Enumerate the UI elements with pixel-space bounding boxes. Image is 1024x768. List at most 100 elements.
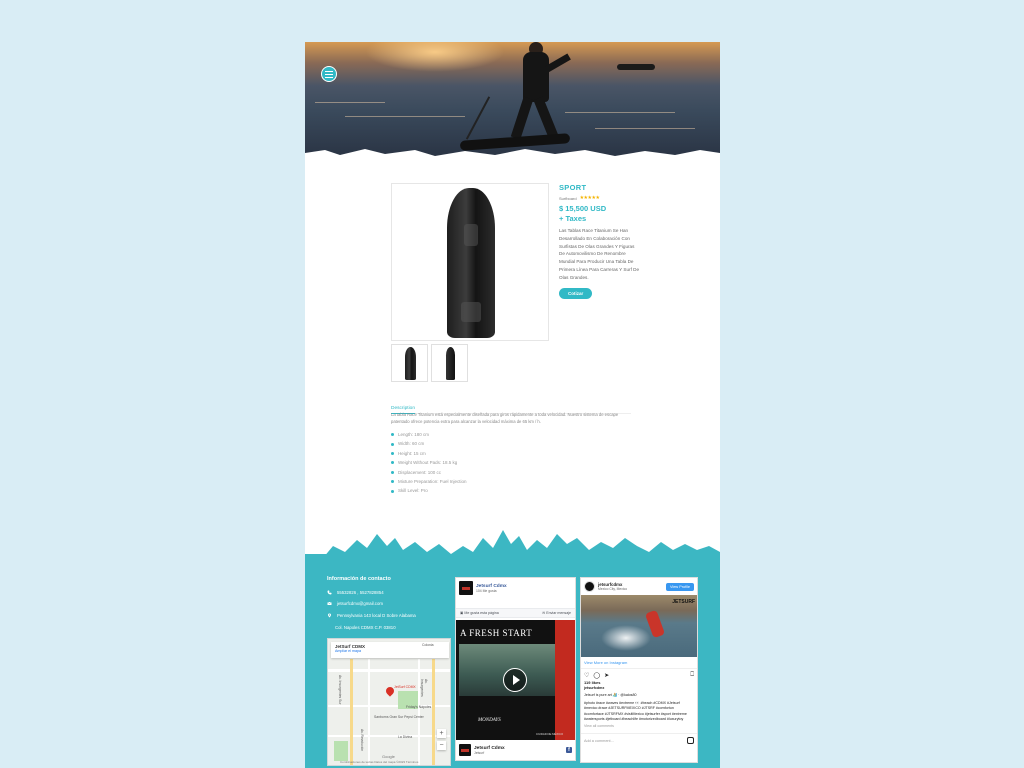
instagram-caption: Jetsurf is pure art 🏄 · @kalos80 (584, 693, 637, 698)
instagram-avatar[interactable] (584, 581, 595, 592)
jetsurf-logo-mark (462, 586, 470, 590)
map-street-label: Colonia (422, 643, 434, 647)
page: SPORT Surfboard ★★★★★ $ 15,500 USD + Tax… (305, 42, 720, 768)
instagram-caption-user: jetsurfcdmx (584, 686, 605, 690)
water-glint (565, 112, 675, 113)
water-glint (315, 102, 385, 103)
spec-item: Height: 15 cm (391, 449, 631, 458)
video-subtitle: MONDAYS (478, 718, 501, 723)
spec-item: Weight Without Pads: 18.5 kg (391, 458, 631, 467)
heart-icon[interactable]: ♡ (584, 672, 589, 679)
menu-button[interactable] (321, 66, 337, 82)
board-deck-detail (464, 224, 478, 246)
product-category[interactable]: Surfboard (559, 196, 577, 201)
map-zoom-out-button[interactable]: − (437, 741, 446, 750)
bullet-icon (391, 480, 394, 484)
spec-list: Length: 180 cm Width: 60 cm Height: 15 c… (391, 430, 631, 496)
rider-body (523, 52, 549, 102)
product-thumbnail[interactable] (391, 344, 428, 382)
instagram-photo[interactable]: JETSURF (581, 595, 697, 657)
map-poi-label: La Divina (398, 735, 413, 739)
remote-handle (465, 96, 491, 140)
map-street-label: Av. Revolución (360, 729, 364, 752)
facebook-page-avatar[interactable] (459, 581, 473, 595)
share-icon[interactable]: ➤ (604, 672, 609, 679)
view-all-comments-link[interactable]: View all comments (581, 723, 697, 729)
bullet-icon (391, 461, 394, 465)
spec-item: Mixture Preparation: Fuel Injection (391, 477, 631, 486)
map-street-label: Av. Insurgentes (420, 679, 428, 697)
contact-email[interactable]: jetsurfcdmx@gmail.com (327, 601, 383, 606)
contact-address-line-2: Col. Napoles CDMX C.P. 03810 (335, 625, 396, 630)
spec-item: Width: 60 cm (391, 439, 631, 448)
jetsurf-logo-mark (461, 748, 469, 752)
comment-input[interactable]: Add a comment... (581, 733, 697, 747)
contact-address: Pennsylvania 143 local D Sobre Alabama (327, 613, 416, 618)
view-profile-button[interactable]: View Profile (666, 582, 694, 591)
water-glint (345, 116, 465, 117)
facebook-like-button[interactable]: ▣ Me gusta esta página (460, 611, 499, 615)
map-zoom-in-button[interactable]: + (437, 729, 446, 738)
photo-brand-tag: JETSURF (672, 599, 695, 605)
description-body: La tabla Race Titanium está especialment… (391, 412, 619, 425)
comment-icon[interactable]: ◯ (593, 672, 600, 679)
cotizar-button[interactable]: Cotizar (559, 287, 593, 299)
rider-leg (510, 96, 534, 140)
product-main-image[interactable] (391, 183, 549, 341)
map-street-label: Av. Insurgentes Sur (338, 675, 342, 705)
product-description: Las Tablas Race Titanium Se Han Desarrol… (559, 228, 640, 280)
jetboard-thumbnail-image (405, 347, 416, 380)
facebook-message-button[interactable]: ✉ Enviar mensaje (542, 611, 571, 615)
google-map[interactable]: JetSurf CDMX Ampliar el mapa Colonia Av.… (327, 638, 451, 766)
location-pin-icon (328, 613, 331, 618)
bullet-icon (391, 442, 394, 446)
product-thumbnail[interactable] (431, 344, 468, 382)
phone-icon (327, 590, 332, 595)
contact-title: Información de contacto (327, 576, 391, 582)
map-avenue (350, 659, 353, 765)
facebook-post-author[interactable]: Jetsurf Cdmx (474, 746, 505, 751)
map-poi-label: Friday's Nápoles (406, 705, 432, 709)
map-road (418, 659, 420, 765)
bookmark-icon[interactable]: ⎕ (690, 672, 694, 679)
instagram-logo-icon[interactable] (687, 737, 694, 745)
facebook-actions: ▣ Me gusta esta página ✉ Enviar mensaje (456, 608, 575, 618)
distant-boat (617, 64, 655, 70)
map-terms[interactable]: Combinaciones de teclas Datos del mapa ©… (340, 760, 418, 764)
map-poi-label: Sanborns Gran Sur Pepsi Center (374, 715, 424, 719)
product-meta: Surfboard ★★★★★ (559, 195, 639, 201)
map-pin-label: JetSurf CDMX (394, 685, 416, 689)
product-price: $ 15,500 USD (559, 204, 607, 213)
hamburger-icon-line (325, 76, 333, 78)
envelope-icon (327, 601, 332, 605)
contact-phone[interactable]: 55532826 , 5527828854 (327, 590, 384, 595)
sunset-glow (365, 42, 505, 72)
facebook-post-sub: Jetsurf (474, 750, 485, 755)
map-road (368, 659, 370, 765)
map-avenue (432, 659, 435, 765)
price-taxes: + Taxes (559, 214, 587, 223)
facebook-header: Jetsurf Cdmx 104 Me gusta (456, 578, 575, 598)
play-button[interactable] (503, 668, 527, 692)
instagram-location[interactable]: Mexico City, Mexico (598, 587, 627, 591)
facebook-page-name[interactable]: Jetsurf Cdmx (476, 584, 507, 589)
hero-image (305, 42, 720, 157)
map-park (334, 741, 348, 761)
bullet-icon (391, 489, 394, 493)
google-logo: Google (382, 754, 395, 759)
video-headline: A FRESH START (460, 628, 533, 638)
view-more-link[interactable]: View More on Instagram (581, 657, 697, 669)
facebook-likes: 104 Me gusta (476, 588, 497, 593)
hamburger-icon-line (325, 70, 333, 72)
map-enlarge-link[interactable]: Ampliar el mapa (335, 649, 445, 653)
facebook-video[interactable]: A FRESH START MONDAYS CIUDAD DE MÉXICO (456, 620, 575, 740)
bullet-icon (391, 470, 394, 474)
water-glint (595, 128, 695, 129)
spec-item: Displacement: 100 cc (391, 468, 631, 477)
board-deck-detail (461, 302, 481, 322)
facebook-icon[interactable]: f (566, 747, 572, 753)
jetboard-side-thumbnail-image (446, 347, 455, 380)
spec-item: Skill Level: Pro (391, 486, 631, 495)
bullet-icon (391, 452, 394, 456)
facebook-post-avatar[interactable] (459, 744, 471, 756)
